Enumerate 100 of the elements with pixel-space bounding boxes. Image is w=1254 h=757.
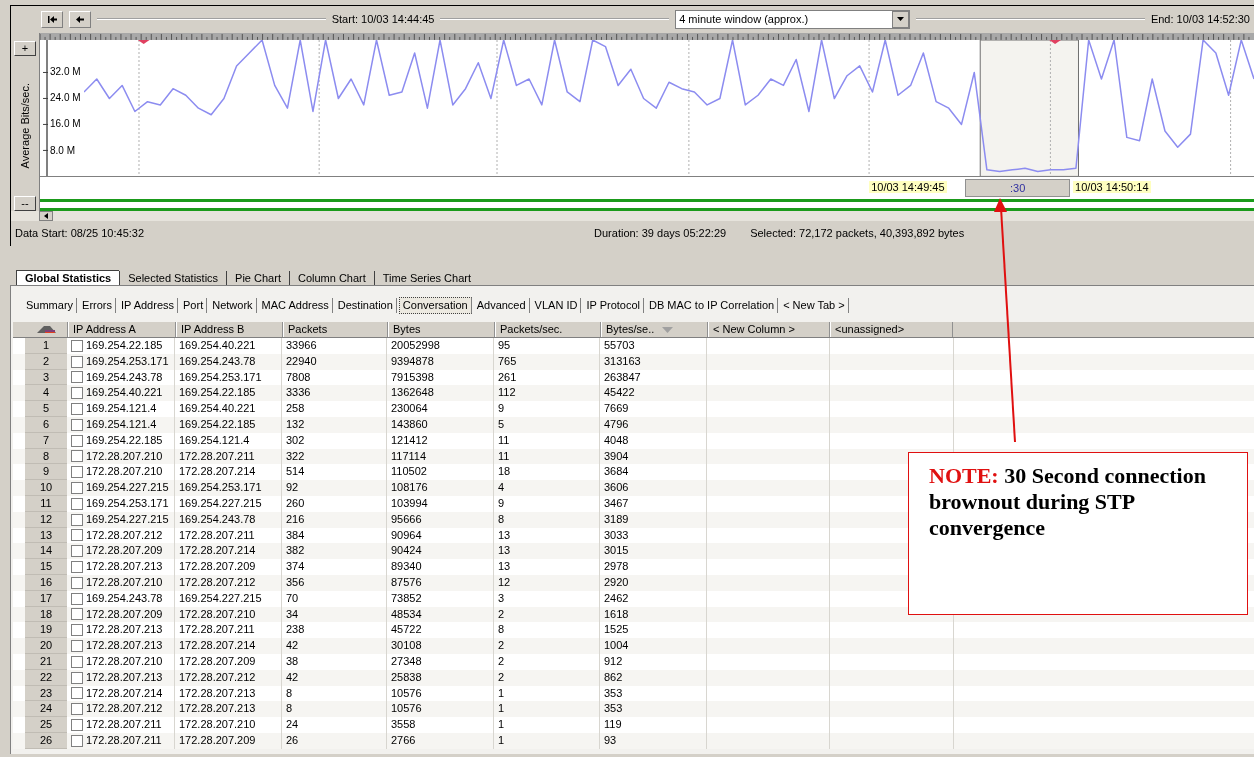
- table-cell: 172.28.207.214: [175, 638, 282, 654]
- row-checkbox[interactable]: [71, 719, 83, 731]
- subtab[interactable]: Conversation: [398, 296, 472, 314]
- subtab[interactable]: Destination: [334, 297, 397, 313]
- selection-length[interactable]: :30: [965, 179, 1071, 198]
- table-cell: 172.28.207.212: [175, 669, 282, 686]
- column-header[interactable]: Bytes: [388, 322, 495, 337]
- table-cell: 4048: [600, 432, 707, 449]
- axis-title: Average Bits/sec.: [19, 83, 31, 169]
- table-cell: 26: [282, 732, 387, 749]
- row-number: 20: [25, 638, 67, 654]
- row-checkbox[interactable]: [71, 576, 83, 589]
- table-cell: 87576: [387, 574, 494, 591]
- scroll-left-button[interactable]: [39, 210, 53, 221]
- row-number: 24: [25, 701, 67, 718]
- table-cell: 302: [282, 432, 387, 449]
- row-checkbox[interactable]: [71, 545, 83, 558]
- subtab[interactable]: VLAN ID: [531, 297, 582, 313]
- table-cell-text: 169.254.253.171: [86, 495, 169, 511]
- row-checkbox[interactable]: [71, 418, 83, 431]
- row-checkbox[interactable]: [71, 703, 83, 716]
- window-select[interactable]: 4 minute window (approx.): [675, 9, 911, 29]
- column-header[interactable]: <unassigned>: [830, 322, 953, 337]
- row-number: 14: [25, 543, 67, 560]
- row-checkbox[interactable]: [71, 561, 83, 574]
- row-checkbox[interactable]: [71, 640, 83, 653]
- first-button[interactable]: [41, 10, 63, 28]
- selection-region[interactable]: [979, 39, 1079, 177]
- row-checkbox[interactable]: [71, 624, 83, 637]
- row-checkbox[interactable]: [71, 592, 83, 605]
- table-cell-text: 172.28.207.209: [86, 543, 163, 559]
- subtab[interactable]: Network: [209, 297, 257, 313]
- column-header[interactable]: IP Address A: [68, 322, 176, 337]
- column-header[interactable]: < New Column >: [708, 322, 830, 337]
- subtab[interactable]: < New Tab >: [780, 297, 849, 313]
- row-checkbox[interactable]: [71, 355, 83, 368]
- row-checkbox[interactable]: [71, 387, 83, 400]
- end-marker-icon[interactable]: [1049, 39, 1061, 44]
- row-checkbox[interactable]: [71, 339, 83, 352]
- table-cell: 119: [600, 717, 707, 733]
- zoom-in-button[interactable]: +: [14, 40, 36, 56]
- dropdown-arrow-icon: [897, 17, 905, 22]
- row-checkbox[interactable]: [71, 608, 83, 621]
- column-header[interactable]: Packets: [283, 322, 388, 337]
- row-checkbox[interactable]: [71, 403, 83, 416]
- table-cell: 172.28.207.213: [86, 559, 163, 575]
- table-cell: 169.254.227.215: [175, 590, 282, 607]
- table-cell: 2920: [600, 574, 707, 591]
- table-cell: 9: [494, 401, 600, 417]
- column-header[interactable]: IP Address B: [176, 322, 283, 337]
- duration: Duration: 39 days 05:22:29: [594, 227, 727, 240]
- table-cell-text: 172.28.207.212: [86, 527, 163, 543]
- row-checkbox[interactable]: [71, 655, 83, 668]
- table-cell: 132: [282, 417, 387, 433]
- table-cell-text: 172.28.207.209: [86, 606, 163, 622]
- subtab[interactable]: IP Protocol: [583, 297, 644, 313]
- row-checkbox[interactable]: [71, 434, 83, 447]
- table-cell: 3189: [600, 511, 707, 528]
- table-cell-text: 169.254.243.78: [86, 369, 163, 385]
- row-checkbox[interactable]: [71, 371, 83, 384]
- row-checkbox[interactable]: [71, 450, 83, 463]
- row-checkbox[interactable]: [71, 466, 83, 479]
- subtab[interactable]: Errors: [79, 297, 116, 313]
- subtab[interactable]: Summary: [23, 297, 78, 313]
- table-cell-text: 172.28.207.214: [86, 685, 163, 701]
- row-checkbox[interactable]: [71, 482, 83, 495]
- subtab[interactable]: Port: [180, 297, 208, 313]
- subtab[interactable]: DB MAC to IP Correlation: [646, 297, 779, 313]
- back-button[interactable]: [69, 10, 91, 28]
- row-checkbox[interactable]: [71, 687, 83, 700]
- table-cell: 172.28.207.209: [175, 653, 282, 670]
- table-cell: 172.28.207.211: [86, 717, 162, 733]
- row-checkbox[interactable]: [71, 497, 83, 510]
- table-cell-text: 172.28.207.210: [86, 448, 163, 464]
- tab[interactable]: Global Statistics: [16, 270, 120, 285]
- row-number: 9: [25, 464, 67, 481]
- table-cell: 108176: [387, 480, 494, 496]
- zoom-out-button[interactable]: --: [14, 195, 36, 211]
- selected-summary: Selected: 72,172 packets, 40,393,892 bytes: [750, 227, 965, 240]
- table-cell: 169.254.243.78: [175, 353, 282, 370]
- table-cell: 169.254.253.171: [175, 480, 282, 496]
- table-cell: 11: [494, 432, 600, 449]
- row-checkbox[interactable]: [71, 671, 83, 684]
- row-number: 5: [25, 401, 67, 417]
- subtab[interactable]: MAC Address: [258, 297, 333, 313]
- table-cell: 42: [282, 638, 387, 654]
- row-checkbox[interactable]: [71, 529, 83, 542]
- column-header[interactable]: Bytes/se..: [601, 322, 708, 337]
- subtab[interactable]: IP Address: [118, 297, 178, 313]
- row-checkbox[interactable]: [71, 513, 83, 526]
- table-cell: 258: [282, 401, 387, 417]
- table-cell-text: 169.254.243.78: [86, 590, 163, 606]
- row-number: 19: [25, 622, 67, 639]
- table-cell: 2: [494, 669, 600, 686]
- subtab[interactable]: Advanced: [473, 297, 530, 313]
- table-cell: 24: [282, 717, 387, 733]
- row-number: 15: [25, 559, 67, 575]
- column-header[interactable]: Packets/sec.: [495, 322, 601, 337]
- row-checkbox[interactable]: [71, 734, 83, 747]
- table-cell: 313163: [600, 353, 707, 370]
